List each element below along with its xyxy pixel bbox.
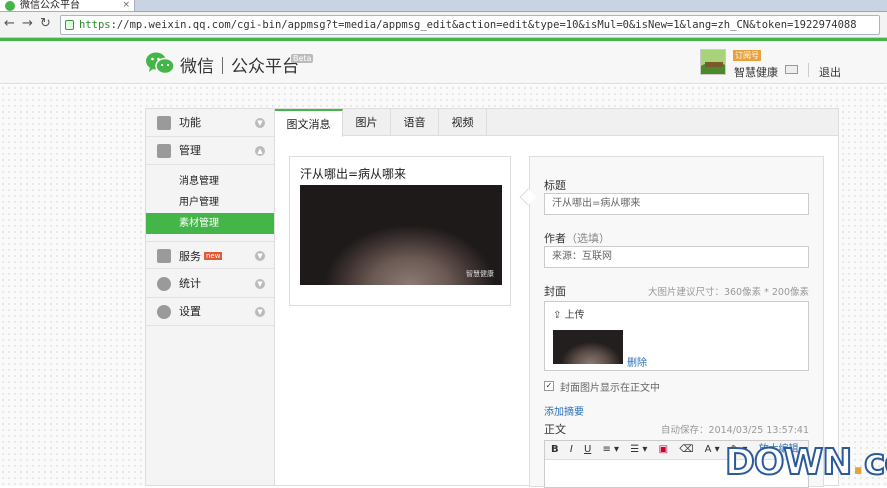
watermark-right: cc	[863, 441, 887, 484]
brand-title[interactable]: 微信｜公众平台	[180, 52, 299, 77]
cover-size-note: 大图片建议尺寸：360像素 * 200像素	[647, 287, 809, 298]
pie-icon	[157, 277, 171, 291]
sidebar-item-settings[interactable]: 设置 ▼	[146, 298, 274, 326]
upload-label: 上传	[564, 310, 585, 321]
address-bar: ← → ↻ https://mp.weixin.qq.com/cgi-bin/a…	[0, 12, 887, 38]
chevron-up-icon: ▲	[255, 146, 265, 156]
grid-icon	[157, 116, 171, 130]
show-cover-label: 封面图片显示在正文中	[560, 383, 660, 394]
browser-tab-title: 微信公众平台	[20, 0, 80, 11]
article-preview-card[interactable]: 汗从哪出=病从哪来 智慧健康	[289, 156, 511, 306]
sidebar-item-label: 统计	[179, 277, 201, 290]
sidebar-item-manage[interactable]: 管理 ▲	[146, 137, 274, 165]
preview-cover-image: 智慧健康	[300, 185, 502, 285]
watermark-dot: .	[851, 442, 865, 483]
printer-icon	[157, 249, 171, 263]
underline-button[interactable]: U	[584, 444, 591, 455]
author-label-text: 作者	[544, 232, 566, 245]
tab-video[interactable]: 视频	[439, 109, 487, 136]
cover-label: 封面	[544, 285, 566, 298]
sidebar-subitem-messages[interactable]: 消息管理	[146, 171, 274, 192]
chevron-down-icon: ▼	[255, 279, 265, 289]
sidebar-item-label: 管理	[179, 144, 201, 157]
account-avatar[interactable]	[700, 49, 726, 75]
beta-badge: Beta	[291, 54, 314, 63]
bullet-list-button[interactable]: ☰ ▾	[630, 444, 647, 455]
italic-button[interactable]: I	[570, 444, 573, 455]
browser-tab[interactable]: 微信公众平台 ×	[0, 0, 135, 12]
sidebar-item-label: 服务	[179, 250, 201, 263]
watermark-left: DOWN	[724, 441, 853, 484]
site-header: 微信｜公众平台 Beta 订阅号 智慧健康 退出	[0, 38, 887, 84]
tab-image[interactable]: 图片	[343, 109, 391, 136]
browser-tab-bar: 微信公众平台 ×	[0, 0, 887, 12]
back-icon[interactable]: ←	[4, 16, 15, 31]
sidebar-item-function[interactable]: 功能 ▼	[146, 109, 274, 137]
header-divider	[808, 63, 809, 77]
url-scheme: https	[79, 19, 111, 31]
add-summary-link[interactable]: 添加摘要	[544, 403, 584, 418]
body-label: 正文	[544, 423, 566, 436]
sidebar-item-stats[interactable]: 统计 ▼	[146, 270, 274, 298]
title-label: 标题	[544, 179, 566, 192]
image-insert-icon[interactable]: ▣	[659, 444, 668, 455]
logout-link[interactable]: 退出	[819, 64, 841, 80]
url-rest: ://mp.weixin.qq.com/cgi-bin/appmsg?t=med…	[110, 19, 857, 31]
sidebar-item-label: 设置	[179, 305, 201, 318]
sidebar-subitem-users[interactable]: 用户管理	[146, 192, 274, 213]
forward-icon[interactable]: →	[22, 16, 33, 31]
wechat-favicon-icon	[5, 1, 15, 11]
upload-button[interactable]: ⇪ 上传	[553, 306, 585, 321]
chevron-down-icon: ▼	[255, 118, 265, 128]
sidebar-item-label: 功能	[179, 116, 201, 129]
sidebar-item-service[interactable]: 服务 new ▼	[146, 241, 274, 269]
cover-upload-box: ⇪ 上传 删除	[544, 301, 809, 371]
bold-button[interactable]: B	[551, 444, 559, 455]
main-panel: 图文消息 图片 语音 视频 汗从哪出=病从哪来 智慧健康 标题 汗从哪出=病从哪…	[275, 108, 839, 488]
down-cc-watermark-logo: DOWN.cc	[724, 440, 887, 486]
mail-icon[interactable]	[785, 65, 798, 74]
reload-icon[interactable]: ↻	[40, 16, 51, 31]
show-cover-checkbox[interactable]: ✓	[544, 381, 554, 391]
title-input[interactable]: 汗从哪出=病从哪来	[544, 193, 809, 215]
cover-thumbnail	[553, 330, 623, 364]
new-badge: new	[204, 252, 223, 260]
gear-icon	[157, 305, 171, 319]
preview-title: 汗从哪出=病从哪来	[300, 167, 407, 181]
account-name[interactable]: 智慧健康	[734, 64, 778, 80]
sidebar: 功能 ▼ 管理 ▲ 消息管理 用户管理 素材管理 服务 new ▼ 统计 ▼ 设置…	[145, 108, 275, 486]
material-tabs: 图文消息 图片 语音 视频	[275, 109, 838, 137]
tab-news[interactable]: 图文消息	[275, 109, 343, 137]
lock-icon	[65, 20, 74, 30]
url-input[interactable]: https://mp.weixin.qq.com/cgi-bin/appmsg?…	[60, 15, 880, 35]
chevron-down-icon: ▼	[255, 251, 265, 261]
author-label: 作者（选填）	[544, 230, 610, 246]
inbox-icon	[157, 144, 171, 158]
account-type-badge: 订阅号	[733, 50, 761, 61]
sidebar-subitem-materials[interactable]: 素材管理	[146, 213, 274, 234]
autosave-status: 自动保存：2014/03/25 13:57:41	[661, 425, 809, 436]
delete-cover-link[interactable]: 删除	[627, 354, 647, 369]
ordered-list-button[interactable]: ≡ ▾	[602, 444, 619, 455]
font-color-button[interactable]: A ▾	[705, 444, 720, 455]
eraser-icon[interactable]: ⌫	[679, 444, 693, 455]
article-edit-form: 标题 汗从哪出=病从哪来 作者（选填） 来源：互联网 封面 大图片建议尺寸：36…	[529, 156, 824, 488]
tab-close-icon[interactable]: ×	[122, 0, 130, 11]
author-hint: （选填）	[566, 232, 610, 245]
author-input[interactable]: 来源：互联网	[544, 246, 809, 268]
tab-voice[interactable]: 语音	[391, 109, 439, 136]
wechat-logo-icon	[146, 52, 175, 75]
image-watermark: 智慧健康	[466, 270, 494, 278]
chevron-down-icon: ▼	[255, 307, 265, 317]
